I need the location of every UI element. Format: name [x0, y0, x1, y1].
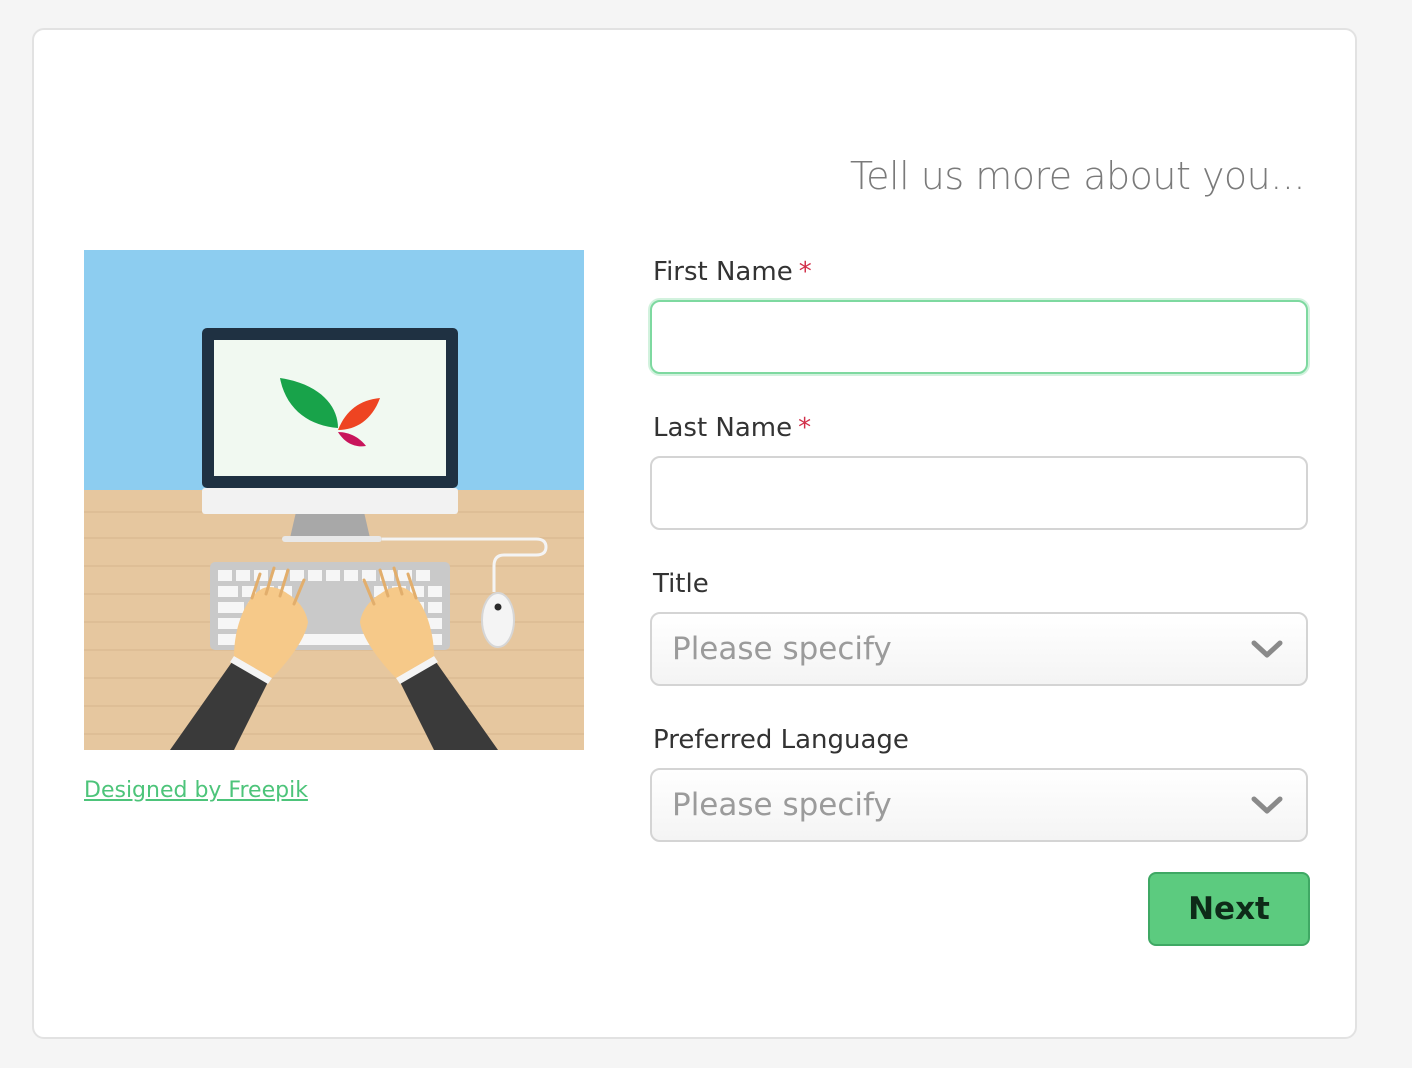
preferred-language-select-value: Please specify — [672, 787, 892, 823]
freepik-credit-link[interactable]: Designed by Freepik — [84, 778, 308, 803]
required-marker: * — [798, 413, 812, 443]
chevron-down-icon — [1251, 796, 1283, 814]
last-name-label: Last Name * — [653, 408, 1310, 448]
signup-card: Tell us more about you... Designed by Fr… — [32, 28, 1357, 1039]
last-name-input[interactable] — [650, 456, 1308, 530]
computer-illustration — [84, 250, 584, 750]
last-name-label-text: Last Name — [653, 413, 793, 443]
chevron-down-icon — [1251, 640, 1283, 658]
title-select-value: Please specify — [672, 631, 892, 667]
first-name-label: First Name * — [653, 252, 1310, 292]
profile-form: First Name * Last Name * Title Please spec… — [650, 252, 1310, 946]
next-button[interactable]: Next — [1148, 872, 1310, 946]
first-name-input[interactable] — [650, 300, 1308, 374]
preferred-language-select[interactable]: Please specify — [650, 768, 1308, 842]
title-select[interactable]: Please specify — [650, 612, 1308, 686]
title-label: Title — [653, 569, 709, 599]
first-name-label-text: First Name — [653, 257, 793, 287]
page-title: Tell us more about you... — [849, 154, 1306, 198]
required-marker: * — [798, 257, 812, 287]
preferred-language-label: Preferred Language — [653, 725, 909, 755]
